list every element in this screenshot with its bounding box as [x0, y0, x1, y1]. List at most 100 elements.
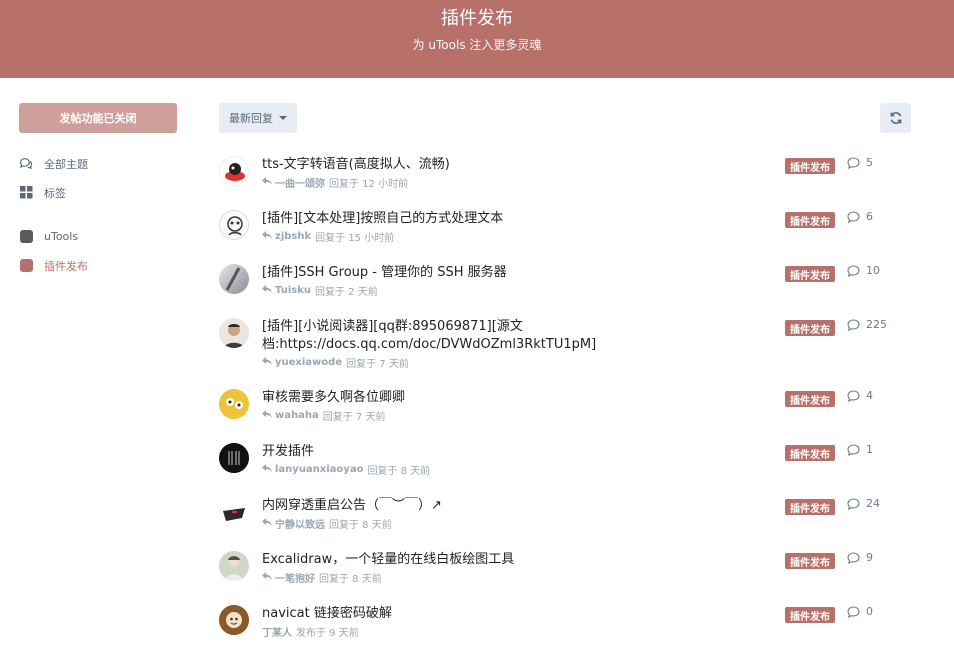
reply-icon: [262, 572, 272, 583]
comment-icon: [847, 497, 860, 510]
start-discussion-button[interactable]: 发帖功能已关闭: [19, 103, 177, 133]
discussion-title[interactable]: navicat 链接密码破解: [262, 605, 607, 623]
list-item[interactable]: Excalidraw，一个轻量的在线白板绘图工具 一笔抱好 回复于 8 天前 插…: [219, 551, 919, 591]
discussion-title[interactable]: 开发插件: [262, 443, 607, 461]
avatar[interactable]: [219, 497, 249, 527]
username[interactable]: yuexiawode: [275, 357, 342, 368]
discussion-meta: 宁静以致远 回复于 8 天前: [262, 516, 919, 531]
sidebar-item-utools[interactable]: uTools: [19, 222, 179, 251]
sidebar-item-label: 标签: [44, 186, 66, 200]
reply-icon: [262, 177, 272, 188]
reply-count: 4: [847, 389, 873, 402]
sidebar-item-all-discussions[interactable]: 全部主题: [19, 149, 179, 178]
list-item[interactable]: 开发插件 lanyuanxiaoyao 回复于 8 天前 插件发布 1: [219, 443, 919, 483]
avatar[interactable]: [219, 156, 249, 186]
list-item[interactable]: 审核需要多久啊各位卿卿 wahaha 回复于 7 天前 插件发布 4: [219, 389, 919, 429]
discussion-meta: zjbshk 回复于 15 小时前: [262, 229, 919, 244]
tag-swatch-icon: [19, 230, 33, 243]
sort-dropdown[interactable]: 最新回复: [219, 103, 297, 133]
comment-icon: [847, 605, 860, 618]
last-activity[interactable]: 回复于 8 天前: [367, 462, 430, 477]
avatar[interactable]: [219, 389, 249, 419]
username[interactable]: 宁静以致远: [275, 516, 325, 531]
last-activity[interactable]: 回复于 7 天前: [323, 408, 386, 423]
tag-swatch-icon: [19, 259, 33, 272]
discussion-title[interactable]: Excalidraw，一个轻量的在线白板绘图工具: [262, 551, 607, 569]
avatar[interactable]: [219, 605, 249, 635]
sidebar-nav: 全部主题 标签 uTools 插件发布: [19, 149, 179, 280]
reply-icon: [262, 285, 272, 296]
discussion-meta: 一曲一颂弥 回复于 12 小时前: [262, 175, 919, 190]
comment-icon: [847, 156, 860, 169]
avatar[interactable]: [219, 551, 249, 581]
list-item[interactable]: tts-文字转语音(高度拟人、流畅) 一曲一颂弥 回复于 12 小时前 插件发布…: [219, 156, 919, 196]
reply-icon: [262, 357, 272, 368]
tag-badge[interactable]: 插件发布: [785, 158, 835, 174]
list-item[interactable]: [插件]SSH Group - 管理你的 SSH 服务器 Tuisku 回复于 …: [219, 264, 919, 304]
last-activity[interactable]: 回复于 8 天前: [329, 516, 392, 531]
tag-badge[interactable]: 插件发布: [785, 266, 835, 282]
discussion-title[interactable]: 审核需要多久啊各位卿卿: [262, 389, 607, 407]
sidebar: 发帖功能已关闭 全部主题 标签 uTools 插件发布: [19, 103, 179, 280]
reply-icon: [262, 518, 272, 529]
last-activity[interactable]: 回复于 15 小时前: [315, 229, 394, 244]
reply-count: 0: [847, 605, 873, 618]
sidebar-item-tags[interactable]: 标签: [19, 178, 179, 207]
reply-count: 6: [847, 210, 873, 223]
discussion-title[interactable]: [插件][文本处理]按照自己的方式处理文本: [262, 210, 607, 228]
reply-count: 24: [847, 497, 880, 510]
discussion-title[interactable]: [插件]SSH Group - 管理你的 SSH 服务器: [262, 264, 607, 282]
avatar[interactable]: [219, 443, 249, 473]
list-item[interactable]: navicat 链接密码破解 丁某人 发布于 9 天前 插件发布 0: [219, 605, 919, 645]
caret-down-icon: [279, 116, 287, 120]
tag-badge[interactable]: 插件发布: [785, 607, 835, 623]
username[interactable]: lanyuanxiaoyao: [275, 464, 363, 475]
comment-icon: [847, 318, 860, 331]
comment-icon: [847, 443, 860, 456]
tag-badge[interactable]: 插件发布: [785, 212, 835, 228]
last-activity[interactable]: 发布于 9 天前: [296, 624, 359, 639]
reply-count: 10: [847, 264, 880, 277]
discussion-title[interactable]: [插件][小说阅读器][qq群:895069871][源文档:https://d…: [262, 318, 607, 354]
username[interactable]: 丁某人: [262, 624, 292, 639]
reply-count: 9: [847, 551, 873, 564]
avatar[interactable]: [219, 264, 249, 294]
discussion-title[interactable]: 内网穿透重启公告（￣︶￣）↗: [262, 497, 607, 515]
username[interactable]: 一曲一颂弥: [275, 175, 325, 190]
username[interactable]: wahaha: [275, 410, 319, 421]
list-item[interactable]: [插件][文本处理]按照自己的方式处理文本 zjbshk 回复于 15 小时前 …: [219, 210, 919, 250]
comment-icon: [847, 551, 860, 564]
hero-banner: 插件发布 为 uTools 注入更多灵魂: [0, 0, 954, 78]
avatar[interactable]: [219, 318, 249, 348]
reply-icon: [262, 231, 272, 242]
comments-icon: [19, 157, 33, 171]
reply-count: 225: [847, 318, 887, 331]
list-item[interactable]: 内网穿透重启公告（￣︶￣）↗ 宁静以致远 回复于 8 天前 插件发布 24: [219, 497, 919, 537]
comment-icon: [847, 264, 860, 277]
discussion-meta: wahaha 回复于 7 天前: [262, 408, 919, 423]
reply-count: 5: [847, 156, 873, 169]
sidebar-item-label: 全部主题: [44, 157, 88, 171]
tag-badge[interactable]: 插件发布: [785, 553, 835, 569]
last-activity[interactable]: 回复于 12 小时前: [329, 175, 408, 190]
reply-count: 1: [847, 443, 873, 456]
tag-badge[interactable]: 插件发布: [785, 445, 835, 461]
username[interactable]: zjbshk: [275, 231, 311, 242]
username[interactable]: 一笔抱好: [275, 570, 315, 585]
sidebar-item-plugin-release[interactable]: 插件发布: [19, 251, 179, 280]
discussion-meta: yuexiawode 回复于 7 天前: [262, 355, 919, 370]
discussion-title[interactable]: tts-文字转语音(高度拟人、流畅): [262, 156, 607, 174]
list-item[interactable]: [插件][小说阅读器][qq群:895069871][源文档:https://d…: [219, 318, 919, 374]
last-activity[interactable]: 回复于 7 天前: [346, 355, 409, 370]
avatar[interactable]: [219, 210, 249, 240]
username[interactable]: Tuisku: [275, 285, 311, 296]
comment-icon: [847, 389, 860, 402]
tag-badge[interactable]: 插件发布: [785, 320, 835, 336]
tag-badge[interactable]: 插件发布: [785, 391, 835, 407]
last-activity[interactable]: 回复于 8 天前: [319, 570, 382, 585]
refresh-button[interactable]: [880, 103, 911, 133]
tag-badge[interactable]: 插件发布: [785, 499, 835, 515]
last-activity[interactable]: 回复于 2 天前: [315, 283, 378, 298]
discussion-meta: Tuisku 回复于 2 天前: [262, 283, 919, 298]
sort-label: 最新回复: [229, 112, 273, 125]
